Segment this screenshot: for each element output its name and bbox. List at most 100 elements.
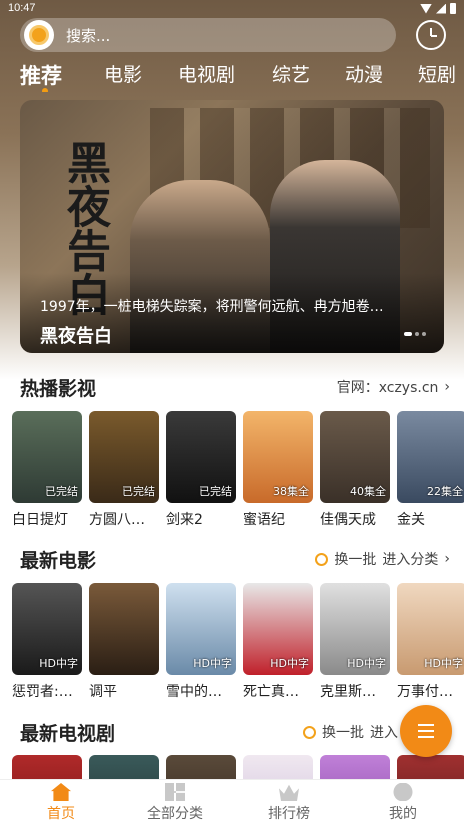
app-logo-icon[interactable] [24,20,54,50]
poster-image[interactable]: HD中字 [320,583,390,675]
card-title[interactable]: 剑来2 [166,509,236,529]
tv-card[interactable] [12,755,82,779]
poster-image[interactable]: HD中字 [12,583,82,675]
hot-card[interactable]: 已完结剑来2 [166,411,236,529]
refresh-icon[interactable] [303,725,316,739]
banner-description: 1997年，一桩电梯失踪案，将刑警何远航、冉方旭卷… [40,299,384,315]
poster-image[interactable] [320,755,390,779]
refresh-icon[interactable] [315,552,329,566]
hot-card[interactable]: 已完结方圆八… [89,411,159,529]
card-title[interactable]: 雪中的… [166,681,236,701]
tab-movies[interactable]: 电影 [104,60,142,87]
hot-card[interactable]: 40集全佳偶天成 [320,411,390,529]
tab-profile[interactable]: 我的 [358,783,448,823]
card-title[interactable]: 蜜语纪 [243,509,313,529]
poster-image[interactable] [243,755,313,779]
episode-badge: HD中字 [193,657,232,670]
poster-image[interactable] [12,755,82,779]
card-title[interactable]: 死亡真… [243,681,313,701]
episode-badge: 已完结 [122,485,155,498]
refresh-button[interactable]: 换一批 [322,722,364,742]
search-placeholder[interactable]: 搜索... [66,25,110,46]
episode-badge: 40集全 [350,485,386,498]
hot-section-header: 热播影视 官网：xczys.cn › [20,374,450,400]
menu-fab-button[interactable] [400,705,452,757]
episode-badge: 已完结 [199,485,232,498]
poster-image[interactable]: HD中字 [166,583,236,675]
card-title[interactable]: 惩罚者:… [12,681,82,701]
search-bar[interactable]: 搜索... [20,18,396,52]
grid-icon [165,783,185,801]
poster-image[interactable]: HD中字 [243,583,313,675]
tv-section-header: 最新电视剧 换一批 进入 [20,719,450,745]
chevron-right-icon[interactable]: › [444,551,450,567]
episode-badge: 已完结 [45,485,78,498]
signal-icon [436,3,446,14]
user-icon [393,783,413,801]
website-link[interactable]: 官网：xczys.cn › [337,377,450,397]
tv-card[interactable] [243,755,313,779]
banner-pagination [404,332,426,336]
bottom-tab-bar: 首页 全部分类 排行榜 我的 [0,779,464,825]
movies-card[interactable]: HD中字克里斯… [320,583,390,701]
card-title[interactable]: 佳偶天成 [320,509,390,529]
wifi-icon [420,3,432,14]
poster-image[interactable]: 已完结 [12,411,82,503]
tv-card[interactable] [397,755,464,779]
card-title[interactable]: 克里斯… [320,681,390,701]
refresh-button[interactable]: 换一批 [334,549,376,569]
more-button[interactable]: 进入 [370,722,398,742]
movies-card[interactable]: HD中字惩罚者:… [12,583,82,701]
category-tabs: 推荐 电影 电视剧 综艺 动漫 短剧 [0,58,464,92]
poster-image[interactable] [89,755,159,779]
card-title[interactable]: 调平 [89,681,159,701]
poster-image[interactable] [397,755,464,779]
poster-image[interactable]: 已完结 [166,411,236,503]
poster-image[interactable] [166,755,236,779]
tab-home[interactable]: 首页 [16,783,106,823]
poster-image[interactable]: 38集全 [243,411,313,503]
section-title: 最新电影 [20,550,97,572]
crown-icon [279,784,299,801]
banner-title: 黑夜告白 [40,326,112,347]
tab-variety[interactable]: 综艺 [272,60,310,87]
tab-all-categories[interactable]: 全部分类 [130,783,220,823]
poster-image[interactable]: 已完结 [89,411,159,503]
card-title[interactable]: 万事付… [397,681,464,701]
poster-image[interactable]: HD中字 [397,583,464,675]
movies-card[interactable]: HD中字死亡真… [243,583,313,701]
active-tab-indicator [42,88,48,92]
tab-rankings[interactable]: 排行榜 [244,783,334,823]
tv-card[interactable] [166,755,236,779]
hot-card[interactable]: 已完结白日提灯 [12,411,82,529]
status-icons [420,3,456,14]
section-title: 最新电视剧 [20,723,116,745]
movies-card[interactable]: 调平 [89,583,159,701]
episode-badge: 22集全 [427,485,463,498]
history-clock-icon[interactable] [416,20,446,50]
hot-card[interactable]: 38集全蜜语纪 [243,411,313,529]
episode-badge: HD中字 [39,657,78,670]
chevron-right-icon: › [444,379,450,395]
tab-anime[interactable]: 动漫 [345,60,383,87]
tv-card[interactable] [89,755,159,779]
featured-banner[interactable]: 黑夜告白 1997年，一桩电梯失踪案，将刑警何远航、冉方旭卷… 黑夜告白 [20,100,444,353]
hot-card[interactable]: 22集全金关 [397,411,464,529]
card-title[interactable]: 白日提灯 [12,509,82,529]
tab-recommend[interactable]: 推荐 [20,60,62,90]
card-title[interactable]: 金关 [397,509,464,529]
tab-short-drama[interactable]: 短剧 [418,60,456,87]
tab-tv-series[interactable]: 电视剧 [178,60,235,87]
tv-card[interactable] [320,755,390,779]
section-title: 热播影视 [20,378,97,400]
more-button[interactable]: 进入分类 [382,549,438,569]
poster-image[interactable]: 22集全 [397,411,464,503]
poster-image[interactable]: 40集全 [320,411,390,503]
movies-card[interactable]: HD中字万事付… [397,583,464,701]
episode-badge: HD中字 [270,657,309,670]
poster-image[interactable] [89,583,159,675]
status-bar: 10:47 [0,0,464,18]
card-title[interactable]: 方圆八… [89,509,159,529]
battery-icon [450,3,456,14]
movies-card[interactable]: HD中字雪中的… [166,583,236,701]
